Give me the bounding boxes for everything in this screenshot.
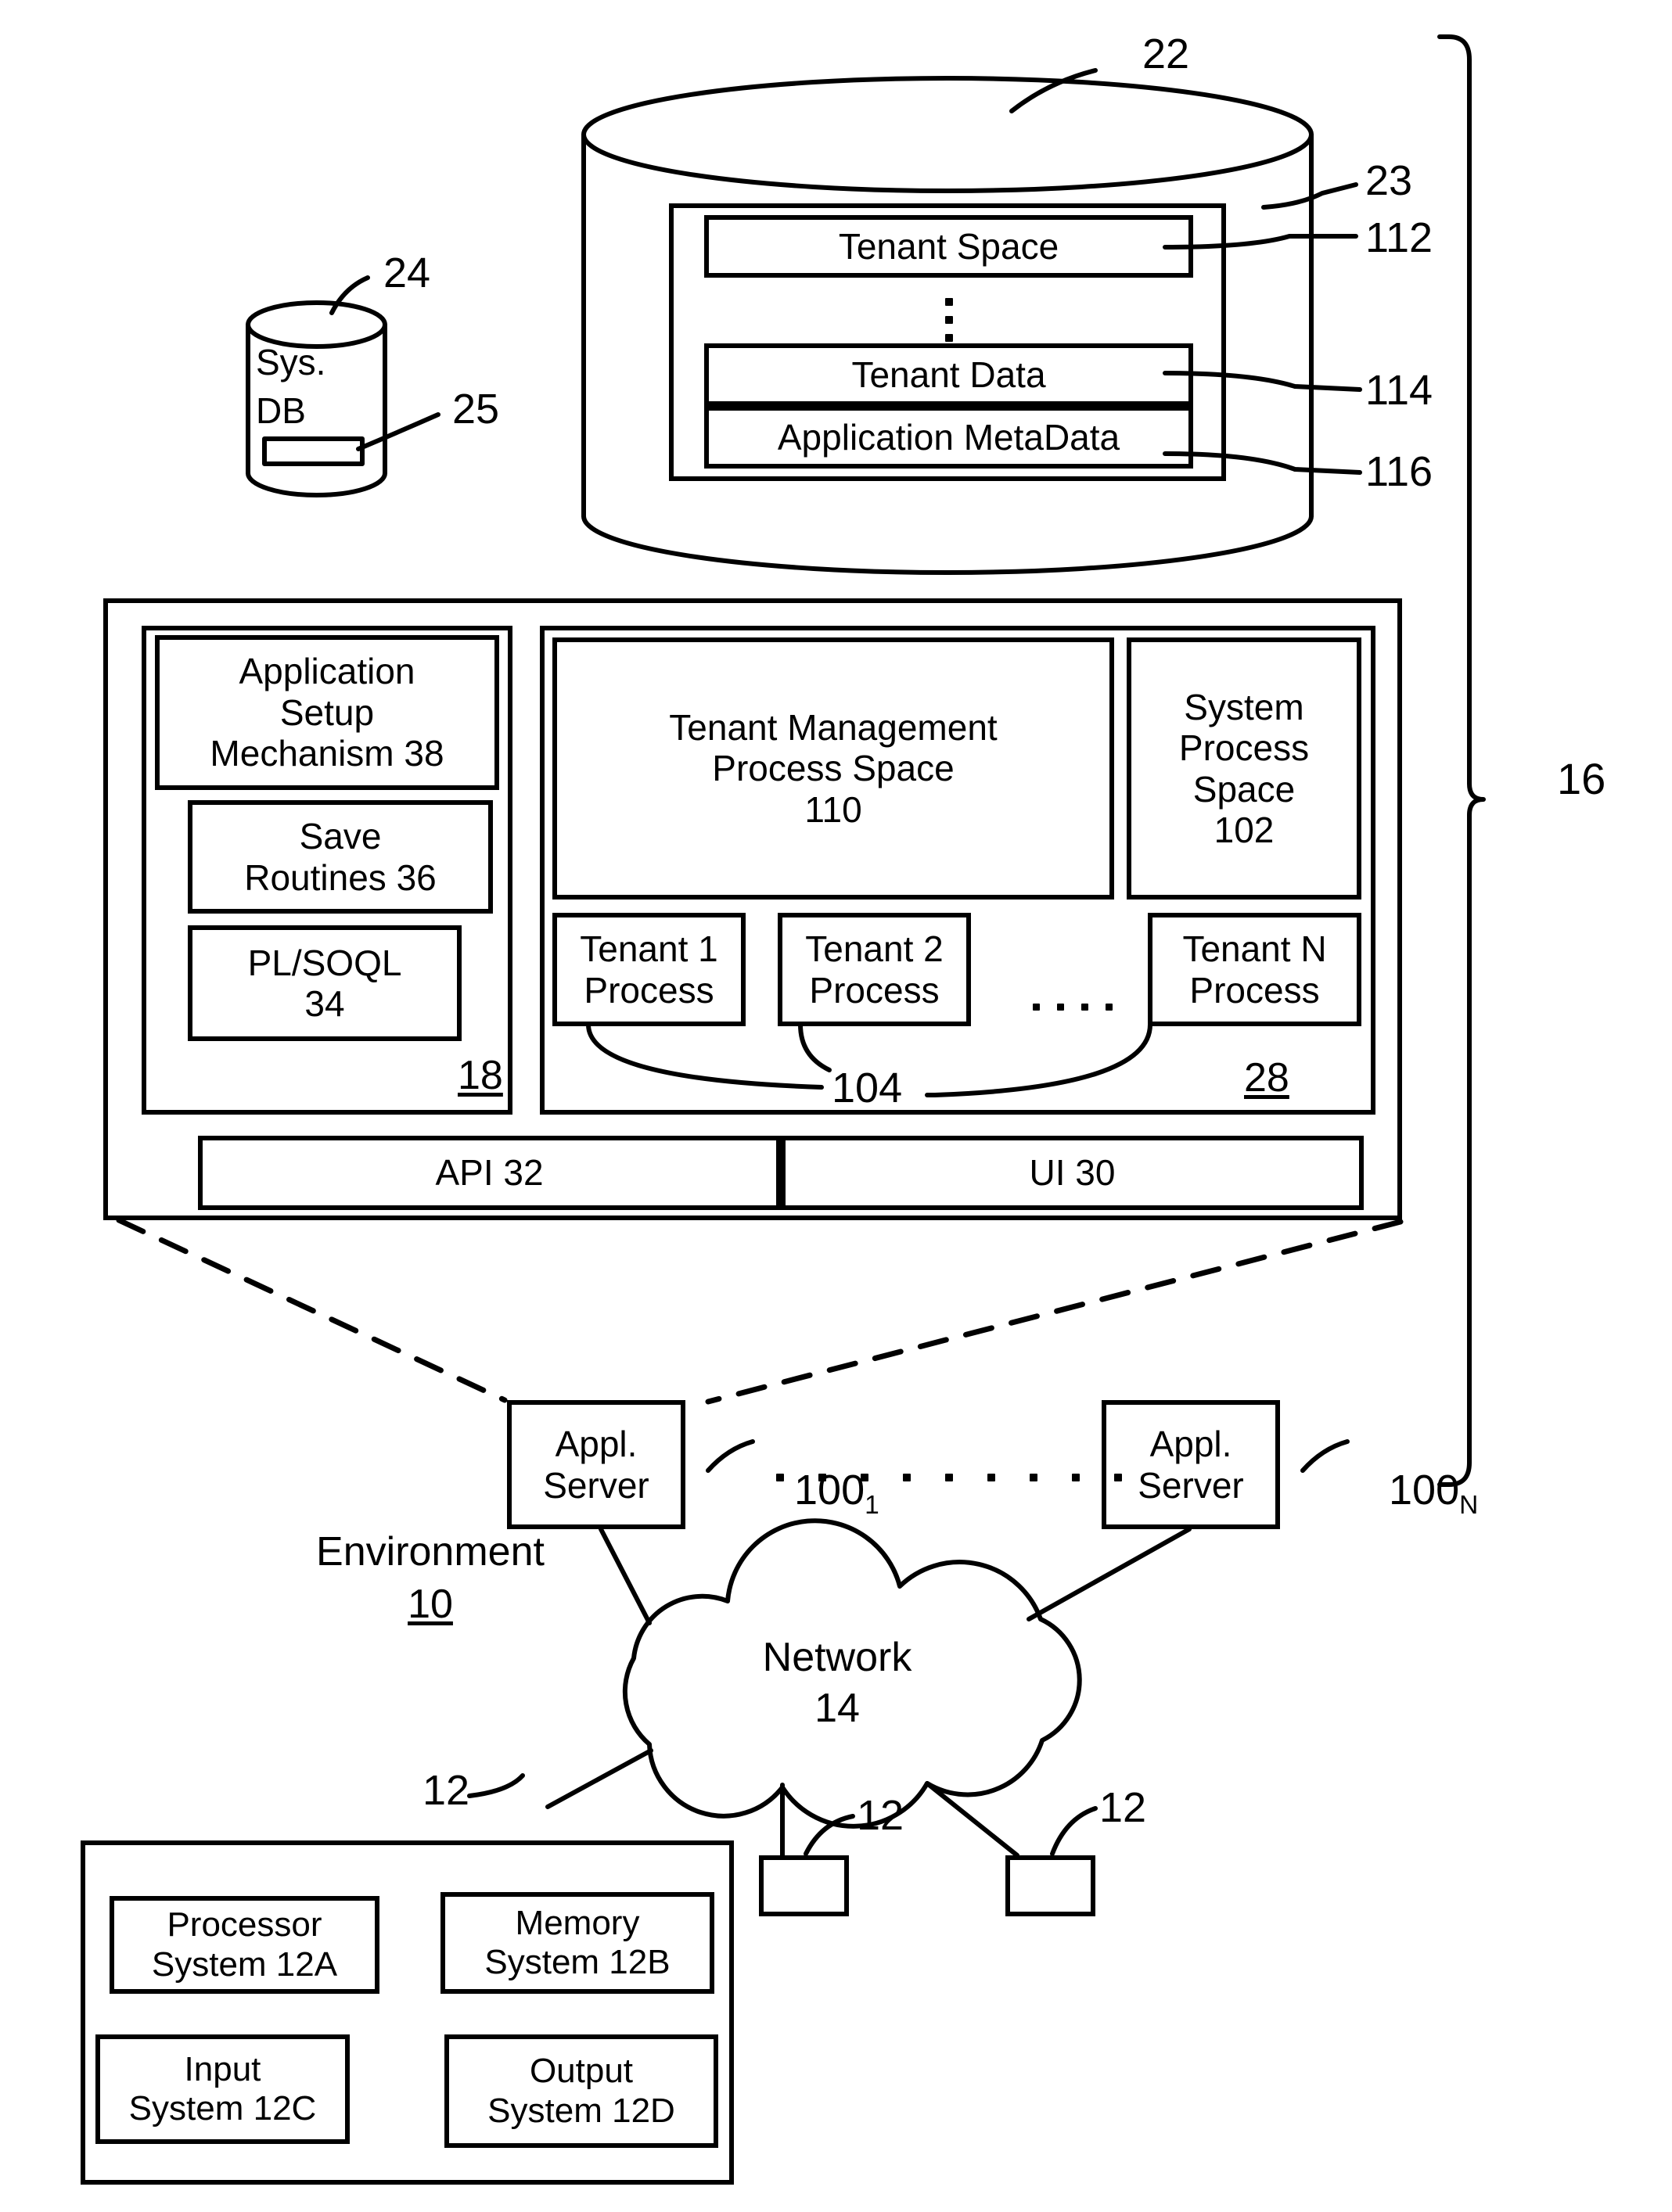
network-label: Network: [762, 1635, 912, 1680]
ref-100-n-main: 100: [1389, 1467, 1460, 1514]
tenant-space-ellipsis: [945, 298, 953, 342]
ref-112: 112: [1365, 214, 1433, 261]
application-setup-mechanism-box: Application Setup Mechanism 38: [155, 635, 499, 790]
ref-22: 22: [1142, 31, 1190, 77]
user-terminal-a[interactable]: [759, 1855, 849, 1916]
sys-db-label-line2: DB: [256, 390, 306, 431]
appl-server-ellipsis: [776, 1474, 1122, 1481]
ui-bar: UI 30: [781, 1136, 1364, 1210]
ref-104: 104: [832, 1065, 903, 1111]
environment-label: Environment: [316, 1529, 545, 1575]
ref-23: 23: [1365, 157, 1413, 204]
tenant-space-box: Tenant Space: [704, 215, 1193, 278]
tenant-management-process-space-box: Tenant Management Process Space 110: [552, 637, 1114, 900]
ref-14: 14: [814, 1686, 860, 1731]
ref-24: 24: [383, 250, 431, 296]
ref-100-1-sub: 1: [865, 1490, 879, 1520]
sys-db-label-line1: Sys.: [256, 342, 326, 382]
ref-28: 28: [1244, 1055, 1289, 1101]
ref-10: 10: [408, 1582, 453, 1627]
figure-canvas: Tenant Space Tenant Data Application Met…: [0, 0, 1672, 2212]
processor-system-box: Processor System 12A: [110, 1896, 379, 1994]
system-process-space-box: System Process Space 102: [1127, 637, 1361, 900]
tenant-data-box: Tenant Data: [704, 343, 1193, 406]
ref-114: 114: [1365, 367, 1433, 414]
ref-116: 116: [1365, 448, 1433, 495]
tenant-process-ellipsis: [1033, 1004, 1113, 1011]
save-routines-box: Save Routines 36: [188, 800, 493, 914]
ref-100-n: 100N: [1342, 1417, 1478, 1569]
ref-12-user-system: 12: [422, 1767, 470, 1814]
input-system-box: Input System 12C: [95, 2034, 350, 2144]
output-system-box: Output System 12D: [444, 2034, 718, 2148]
application-metadata-box: Application MetaData: [704, 406, 1193, 469]
ref-100-n-sub: N: [1459, 1490, 1479, 1520]
pl-soql-box: PL/SOQL 34: [188, 925, 462, 1041]
ref-12-terminal-a: 12: [857, 1792, 904, 1839]
api-bar: API 32: [198, 1136, 781, 1210]
ref-12-terminal-b: 12: [1099, 1784, 1147, 1831]
appl-server-1-box[interactable]: Appl. Server: [507, 1400, 685, 1529]
ref-25: 25: [452, 386, 500, 433]
ref-18: 18: [458, 1053, 503, 1098]
ref-100-1: 1001: [747, 1417, 879, 1569]
memory-system-box: Memory System 12B: [440, 1892, 714, 1994]
tenant-1-process-box: Tenant 1 Process: [552, 913, 746, 1026]
ref-16: 16: [1557, 754, 1606, 803]
tenant-2-process-box: Tenant 2 Process: [778, 913, 971, 1026]
user-terminal-b[interactable]: [1005, 1855, 1095, 1916]
tenant-n-process-box: Tenant N Process: [1148, 913, 1361, 1026]
appl-server-n-box[interactable]: Appl. Server: [1102, 1400, 1280, 1529]
